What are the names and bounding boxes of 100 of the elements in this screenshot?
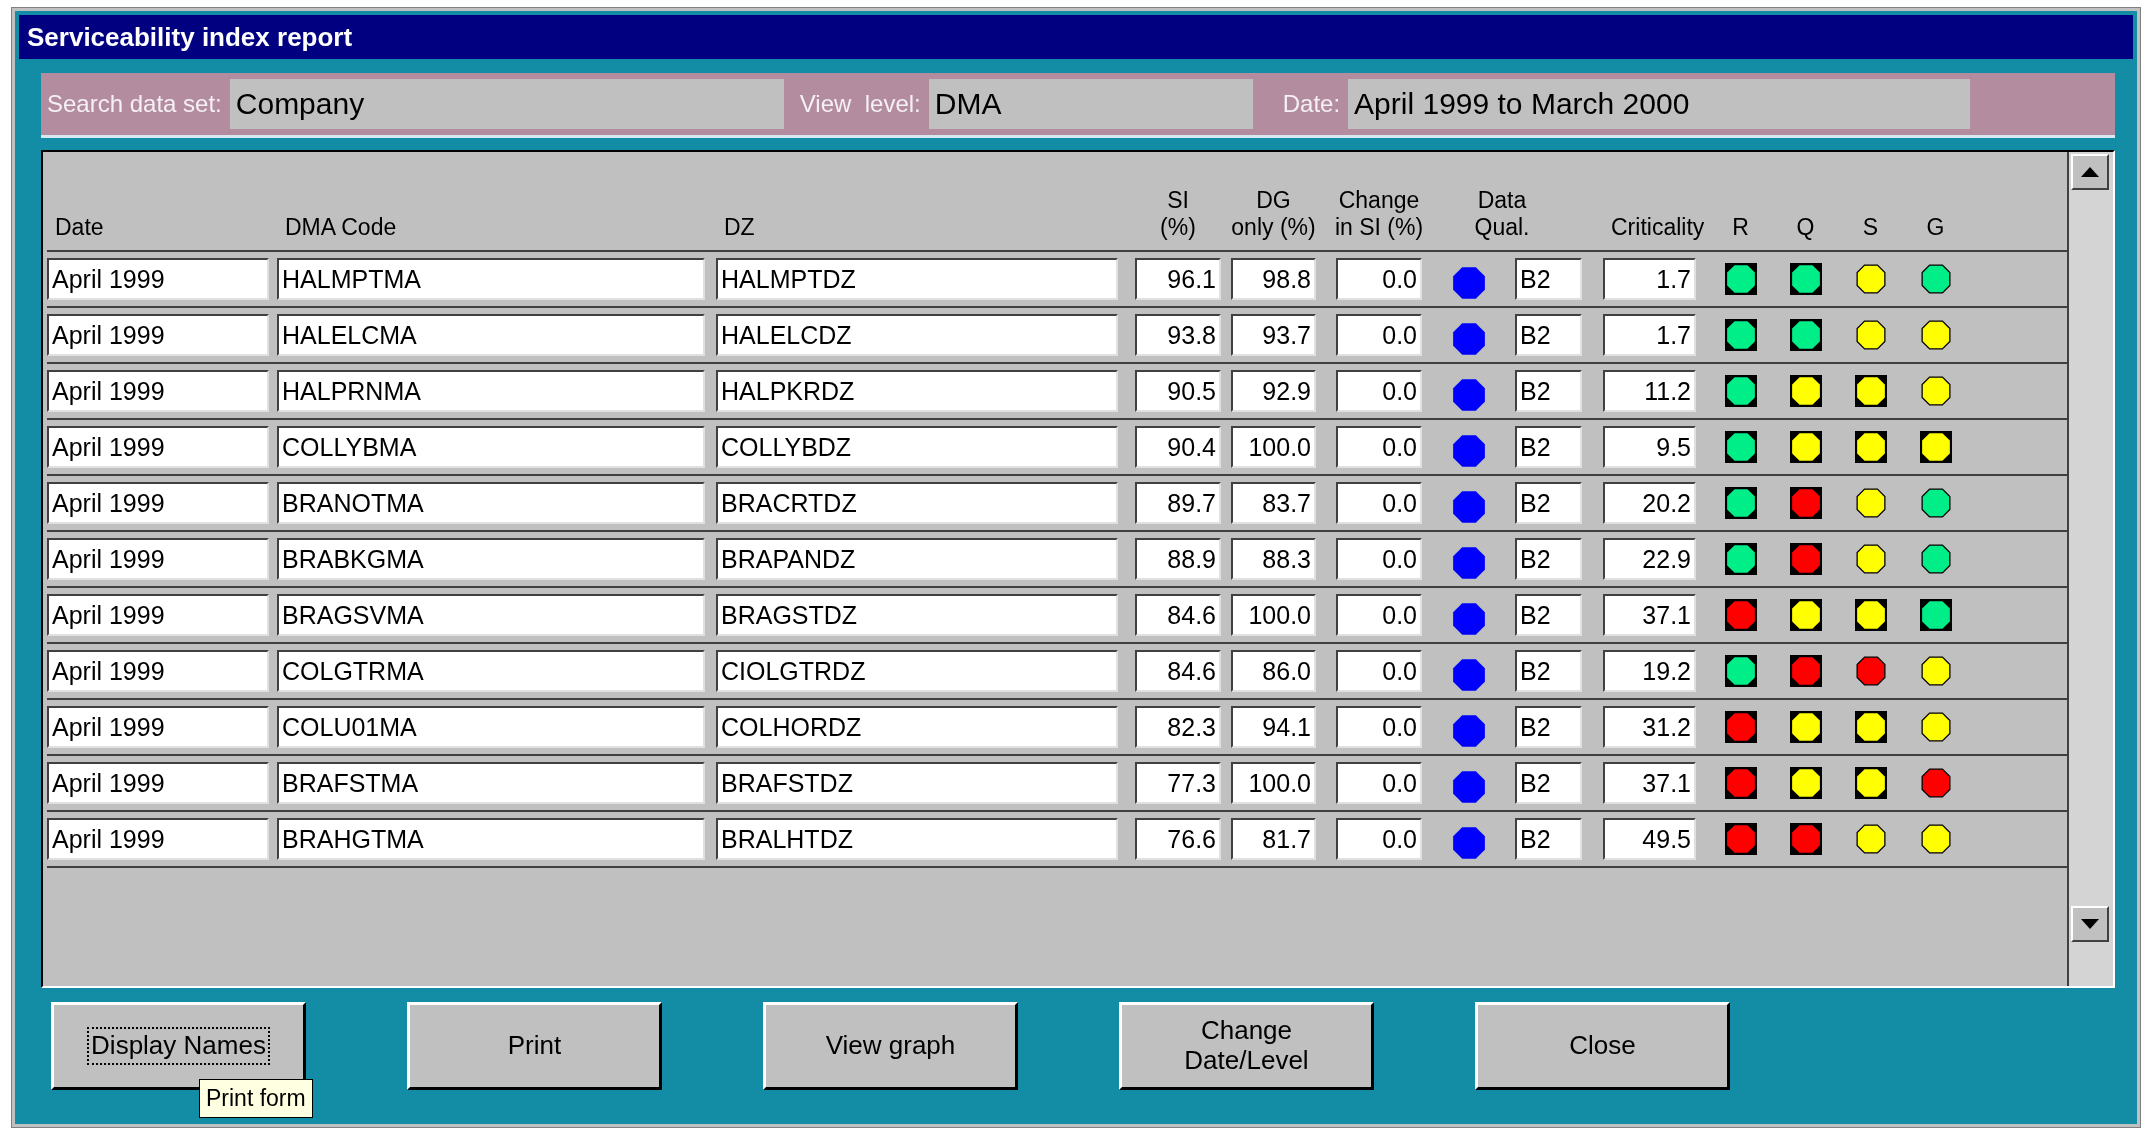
action-button[interactable]: Close <box>1475 1002 1730 1090</box>
status-indicator-icon <box>1789 375 1822 407</box>
dma-code-cell: BRANOTMA <box>277 482 705 524</box>
date-cell: April 1999 <box>47 594 269 636</box>
column-header: Data Qual. <box>1474 187 1530 240</box>
scrollbar[interactable] <box>2067 152 2113 986</box>
status-indicator-icon <box>1919 487 1952 519</box>
date-cell: April 1999 <box>47 258 269 300</box>
dz-cell: BRAGSTDZ <box>716 594 1118 636</box>
status-indicator-icon <box>1854 431 1887 463</box>
criticality-cell: 1.7 <box>1603 258 1696 300</box>
column-header: DZ <box>723 213 755 240</box>
data-quality-cell: B2 <box>1515 482 1582 524</box>
status-indicator-icon <box>1724 599 1757 631</box>
status-indicator-icon <box>1724 823 1757 855</box>
change-cell: 0.0 <box>1336 538 1422 580</box>
date-cell: April 1999 <box>47 314 269 356</box>
dma-code-cell: HALMPTMA <box>277 258 705 300</box>
column-header: G <box>1926 213 1945 240</box>
filter-value: Company <box>229 79 784 129</box>
dma-code-cell: BRAGSVMA <box>277 594 705 636</box>
dz-cell: CIOLGTRDZ <box>716 650 1118 692</box>
criticality-cell: 22.9 <box>1603 538 1696 580</box>
status-indicator-icon <box>1724 263 1757 295</box>
si-cell: 76.6 <box>1135 818 1221 860</box>
date-cell: April 1999 <box>47 538 269 580</box>
data-quality-cell: B2 <box>1515 258 1582 300</box>
status-indicator-icon <box>1789 823 1822 855</box>
dma-code-cell: COLU01MA <box>277 706 705 748</box>
dma-code-cell: BRAFSTMA <box>277 762 705 804</box>
action-button[interactable]: Change Date/Level <box>1119 1002 1374 1090</box>
dz-cell: HALPKRDZ <box>716 370 1118 412</box>
filter-label: Search data set: <box>47 90 223 118</box>
action-button[interactable]: View graph <box>763 1002 1018 1090</box>
status-indicator-icon <box>1919 319 1952 351</box>
dma-code-cell: BRABKGMA <box>277 538 705 580</box>
status-indicator-icon <box>1854 487 1887 519</box>
column-header: SI (%) <box>1160 187 1196 240</box>
status-indicator-icon <box>1789 543 1822 575</box>
criticality-cell: 1.7 <box>1603 314 1696 356</box>
status-indicator-icon <box>1789 711 1822 743</box>
data-quality-cell: B2 <box>1515 818 1582 860</box>
dg-cell: 94.1 <box>1231 706 1316 748</box>
dg-cell: 83.7 <box>1231 482 1316 524</box>
status-indicator-icon <box>1919 711 1952 743</box>
filter-label: Date: <box>1282 90 1342 118</box>
status-indicator-icon <box>1789 431 1822 463</box>
status-indicator-icon <box>1789 599 1822 631</box>
data-quality-cell: B2 <box>1515 762 1582 804</box>
change-cell: 0.0 <box>1336 370 1422 412</box>
date-cell: April 1999 <box>47 818 269 860</box>
scroll-down-button[interactable] <box>2071 906 2109 942</box>
status-indicator-icon <box>1724 319 1757 351</box>
date-cell: April 1999 <box>47 706 269 748</box>
dz-cell: BRAFSTDZ <box>716 762 1118 804</box>
status-indicator-icon <box>1854 823 1887 855</box>
change-cell: 0.0 <box>1336 706 1422 748</box>
criticality-cell: 9.5 <box>1603 426 1696 468</box>
date-cell: April 1999 <box>47 426 269 468</box>
data-quality-cell: B2 <box>1515 594 1582 636</box>
status-indicator-icon <box>1789 767 1822 799</box>
status-indicator-icon <box>1854 543 1887 575</box>
si-cell: 96.1 <box>1135 258 1221 300</box>
status-indicator-icon <box>1724 711 1757 743</box>
criticality-cell: 49.5 <box>1603 818 1696 860</box>
change-cell: 0.0 <box>1336 762 1422 804</box>
dg-cell: 88.3 <box>1231 538 1316 580</box>
status-indicator-icon <box>1724 487 1757 519</box>
status-indicator-icon <box>1854 655 1887 687</box>
dg-cell: 100.0 <box>1231 762 1316 804</box>
status-indicator-icon <box>1919 543 1952 575</box>
data-quality-cell: B2 <box>1515 706 1582 748</box>
dz-cell: BRAPANDZ <box>716 538 1118 580</box>
status-indicator-icon <box>1789 487 1822 519</box>
criticality-cell: 37.1 <box>1603 762 1696 804</box>
up-arrow-icon <box>2081 167 2099 177</box>
filter-value: April 1999 to March 2000 <box>1348 79 1971 129</box>
change-cell: 0.0 <box>1336 482 1422 524</box>
dz-cell: BRALHTDZ <box>716 818 1118 860</box>
status-indicator-icon <box>1724 655 1757 687</box>
dma-code-cell: COLLYBMA <box>277 426 705 468</box>
action-button[interactable]: Print <box>407 1002 662 1090</box>
status-indicator-icon <box>1919 375 1952 407</box>
dma-code-cell: HALELCMA <box>277 314 705 356</box>
down-arrow-icon <box>2081 919 2099 929</box>
dma-code-cell: BRAHGTMA <box>277 818 705 860</box>
status-indicator-icon <box>1919 431 1952 463</box>
filter-label: View level: <box>799 90 922 118</box>
data-quality-cell: B2 <box>1515 426 1582 468</box>
status-indicator-icon <box>1919 767 1952 799</box>
column-header: Q <box>1796 213 1815 240</box>
change-cell: 0.0 <box>1336 426 1422 468</box>
dz-cell: BRACRTDZ <box>716 482 1118 524</box>
change-cell: 0.0 <box>1336 818 1422 860</box>
filter-value: DMA <box>928 79 1253 129</box>
dg-cell: 98.8 <box>1231 258 1316 300</box>
si-cell: 84.6 <box>1135 650 1221 692</box>
scroll-up-button[interactable] <box>2071 154 2109 190</box>
si-cell: 82.3 <box>1135 706 1221 748</box>
dz-cell: COLLYBDZ <box>716 426 1118 468</box>
